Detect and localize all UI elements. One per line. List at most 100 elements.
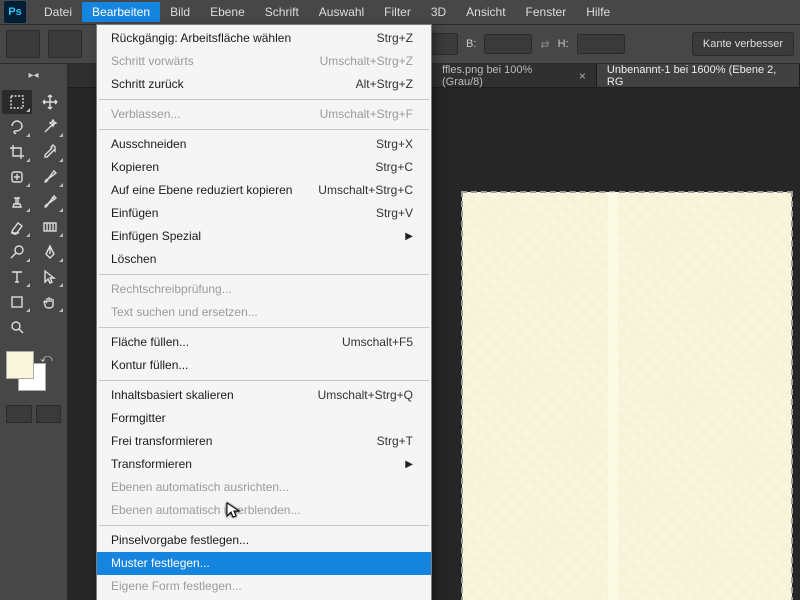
menu-item[interactable]: Einfügen Spezial ▶ — [97, 225, 431, 248]
menu-item-shortcut: Umschalt+Strg+Q — [318, 387, 413, 404]
menu-filter[interactable]: Filter — [374, 2, 421, 22]
menu-item[interactable]: EinfügenStrg+V — [97, 202, 431, 225]
brush-tool[interactable] — [35, 165, 65, 189]
app-root: Ps Datei Bearbeiten Bild Ebene Schrift A… — [0, 0, 800, 600]
menu-item[interactable]: AusschneidenStrg+X — [97, 133, 431, 156]
clone-stamp-tool[interactable] — [2, 190, 32, 214]
menu-hilfe[interactable]: Hilfe — [576, 2, 620, 22]
menu-item-shortcut: Strg+V — [376, 205, 413, 222]
zoom-tool[interactable] — [2, 315, 32, 339]
eraser-tool[interactable] — [2, 215, 32, 239]
menu-item: Schritt vorwärtsUmschalt+Strg+Z — [97, 50, 431, 73]
menu-item[interactable]: Auf eine Ebene reduziert kopierenUmschal… — [97, 179, 431, 202]
menu-item[interactable]: Transformieren ▶ — [97, 453, 431, 476]
swap-wh-icon[interactable]: ⇄ — [540, 38, 549, 51]
menu-3d[interactable]: 3D — [421, 2, 456, 22]
menu-item: Ebenen automatisch überblenden... — [97, 499, 431, 522]
dodge-tool[interactable] — [2, 240, 32, 264]
path-select-tool[interactable] — [35, 265, 65, 289]
marquee-options-icon[interactable] — [48, 30, 82, 58]
submenu-arrow-icon: ▶ — [385, 228, 413, 245]
menu-item-shortcut: Strg+Z — [377, 30, 413, 47]
tool-preset-icon[interactable] — [6, 30, 40, 58]
quickmask-mode-icon[interactable] — [36, 405, 62, 423]
swap-colors-icon[interactable]: ⤺ — [40, 351, 53, 366]
type-tool[interactable] — [2, 265, 32, 289]
menu-item-shortcut: Strg+X — [376, 136, 413, 153]
menu-item: Rechtschreibprüfung... — [97, 278, 431, 301]
menu-separator — [99, 525, 429, 526]
menu-ebene[interactable]: Ebene — [200, 2, 255, 22]
menubar: Ps Datei Bearbeiten Bild Ebene Schrift A… — [0, 0, 800, 24]
eyedropper-tool[interactable] — [35, 140, 65, 164]
lasso-tool[interactable] — [2, 115, 32, 139]
submenu-arrow-icon: ▶ — [385, 456, 413, 473]
healing-brush-tool[interactable] — [2, 165, 32, 189]
history-brush-tool[interactable] — [35, 190, 65, 214]
menu-item-shortcut: Alt+Strg+Z — [356, 76, 413, 93]
refine-edge-button[interactable]: Kante verbesser — [692, 32, 794, 56]
menu-item-shortcut: Umschalt+Strg+F — [320, 106, 413, 123]
width-field[interactable] — [484, 34, 532, 54]
menu-datei[interactable]: Datei — [34, 2, 82, 22]
menu-item[interactable]: Löschen — [97, 248, 431, 271]
menu-item-label: Frei transformieren — [111, 433, 212, 450]
tool-empty — [35, 315, 65, 339]
height-label: H: — [558, 38, 569, 50]
menu-item-label: Verblassen... — [111, 106, 180, 123]
menu-item[interactable]: Kontur füllen... — [97, 354, 431, 377]
edit-menu-dropdown: Rückgängig: Arbeitsfläche wählen Strg+Z Sc… — [96, 24, 432, 600]
menu-item-shortcut: Umschalt+Strg+Z — [320, 53, 413, 70]
menu-item: Text suchen und ersetzen... — [97, 301, 431, 324]
menu-item[interactable]: Inhaltsbasiert skalierenUmschalt+Strg+Q — [97, 384, 431, 407]
tools-handle-icon[interactable]: ▸◂ — [0, 64, 67, 86]
canvas-seam — [608, 192, 618, 600]
menu-item-shortcut: Umschalt+F5 — [342, 334, 413, 351]
document-tab[interactable]: ffles.png bei 100% (Grau/8) × — [432, 64, 597, 87]
menu-separator — [99, 129, 429, 130]
document-tab[interactable]: Unbenannt-1 bei 1600% (Ebene 2, RG — [597, 64, 800, 87]
menu-ansicht[interactable]: Ansicht — [456, 2, 515, 22]
hand-tool[interactable] — [35, 290, 65, 314]
menu-bearbeiten[interactable]: Bearbeiten — [82, 2, 160, 22]
menu-item-label: Transformieren — [111, 456, 192, 473]
standard-mode-icon[interactable] — [6, 405, 32, 423]
menu-item[interactable]: Fläche füllen... Umschalt+F5 — [97, 331, 431, 354]
menu-item-label: Ebenen automatisch ausrichten... — [111, 479, 289, 496]
shape-tool[interactable] — [2, 290, 32, 314]
menu-item-shortcut: Strg+C — [375, 159, 413, 176]
menu-bild[interactable]: Bild — [160, 2, 200, 22]
move-tool[interactable] — [35, 90, 65, 114]
menu-item[interactable]: KopierenStrg+C — [97, 156, 431, 179]
crop-tool[interactable] — [2, 140, 32, 164]
menu-item[interactable]: Formgitter — [97, 407, 431, 430]
document-tab-label: Unbenannt-1 bei 1600% (Ebene 2, RG — [607, 64, 789, 88]
canvas-document[interactable] — [462, 192, 792, 600]
gradient-tool[interactable] — [35, 215, 65, 239]
menu-item[interactable]: Pinselvorgabe festlegen... — [97, 529, 431, 552]
close-icon[interactable]: × — [579, 69, 586, 83]
menu-item-label: Rechtschreibprüfung... — [111, 281, 232, 298]
menu-item-label: Text suchen und ersetzen... — [111, 304, 258, 321]
width-label: B: — [466, 38, 476, 50]
menu-item[interactable]: Frei transformierenStrg+T — [97, 430, 431, 453]
menu-auswahl[interactable]: Auswahl — [309, 2, 374, 22]
menu-item[interactable]: Rückgängig: Arbeitsfläche wählen Strg+Z — [97, 27, 431, 50]
color-swatches[interactable]: ⤺ — [0, 351, 67, 401]
menu-fenster[interactable]: Fenster — [516, 2, 577, 22]
menu-item-label: Eigene Form festlegen... — [111, 578, 242, 595]
menu-item[interactable]: Schritt zurück Alt+Strg+Z — [97, 73, 431, 96]
pen-tool[interactable] — [35, 240, 65, 264]
height-field[interactable] — [577, 34, 625, 54]
menu-item-label: Schritt zurück — [111, 76, 184, 93]
menu-separator — [99, 380, 429, 381]
menu-item[interactable]: Muster festlegen... — [97, 552, 431, 575]
menu-schrift[interactable]: Schrift — [255, 2, 309, 22]
menu-item-label: Einfügen Spezial — [111, 228, 201, 245]
magic-wand-tool[interactable] — [35, 115, 65, 139]
menu-item: Verblassen... Umschalt+Strg+F — [97, 103, 431, 126]
marquee-tool[interactable] — [2, 90, 32, 114]
foreground-color-swatch[interactable] — [6, 351, 34, 379]
menu-item-label: Fläche füllen... — [111, 334, 189, 351]
menu-item-label: Rückgängig: Arbeitsfläche wählen — [111, 30, 291, 47]
